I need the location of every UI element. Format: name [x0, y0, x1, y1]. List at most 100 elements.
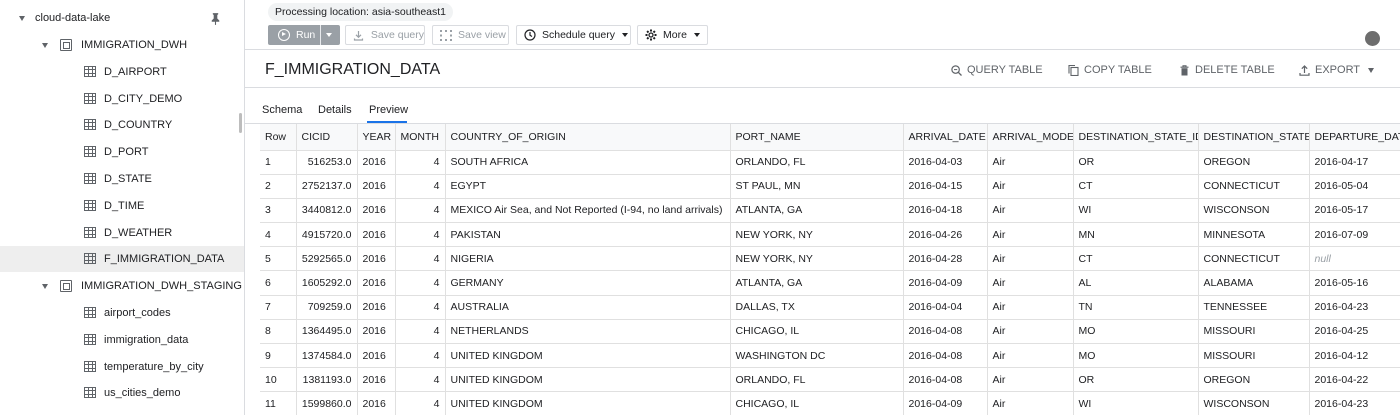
- table-tree-item[interactable]: D_CITY_DEMO: [0, 86, 244, 112]
- table-name: immigration_data: [104, 333, 189, 346]
- query-table-button[interactable]: QUERY TABLE: [951, 63, 1043, 77]
- export-button[interactable]: EXPORT: [1299, 63, 1375, 77]
- table-cell: 2016-04-18: [903, 198, 988, 224]
- expand-caret-icon[interactable]: [42, 284, 48, 290]
- table-tree-item[interactable]: us_cities_demo: [0, 380, 244, 406]
- table-cell: 516253.0: [296, 150, 358, 175]
- table-cell: 2016-04-09: [903, 270, 988, 296]
- schedule-query-button[interactable]: Schedule query: [516, 25, 631, 45]
- table-cell: 2016: [357, 246, 396, 272]
- save-download-icon: [353, 29, 365, 41]
- table-tree-item[interactable]: immigration_data: [0, 327, 244, 353]
- column-header[interactable]: DESTINATION_STATE: [1198, 124, 1310, 151]
- save-view-label: Save view: [458, 29, 506, 41]
- table-cell: ALABAMA: [1198, 270, 1310, 296]
- table-name: F_IMMIGRATION_DATA: [104, 253, 225, 266]
- table-cell: 2016-05-16: [1309, 270, 1400, 296]
- query-table-label: QUERY TABLE: [967, 64, 1043, 76]
- table-row: 1 516253.0 2016 4 SOUTH AFRICA ORLANDO, FL 201…: [260, 150, 1400, 175]
- table-cell: 1605292.0: [296, 270, 358, 296]
- table-cell: 2016-05-04: [1309, 174, 1400, 199]
- table-cell: 4: [395, 150, 446, 175]
- table-cell: 4: [395, 391, 446, 415]
- table-cell: 1374584.0: [296, 343, 358, 369]
- column-header[interactable]: PORT_NAME: [730, 124, 904, 151]
- table-cell: 1364495.0: [296, 319, 358, 345]
- table-cell: 4915720.0: [296, 222, 358, 248]
- save-view-button[interactable]: Save view: [432, 25, 509, 45]
- copy-table-button[interactable]: COPY TABLE: [1068, 63, 1152, 77]
- table-cell: UNITED KINGDOM: [445, 367, 731, 393]
- column-header[interactable]: CICID: [296, 124, 358, 151]
- table-cell: MO: [1073, 319, 1199, 345]
- table-cell: 1: [260, 150, 297, 175]
- column-header[interactable]: MONTH: [395, 124, 446, 151]
- table-tree-item[interactable]: D_AIRPORT: [0, 59, 244, 85]
- table-tree-item[interactable]: D_COUNTRY: [0, 112, 244, 138]
- table-icon: [84, 333, 96, 345]
- table-cell: UNITED KINGDOM: [445, 343, 731, 369]
- table-cell: 2016-04-03: [903, 150, 988, 175]
- table-row: 6 1605292.0 2016 4 GERMANY ATLANTA, GA 2016-04…: [260, 270, 1400, 296]
- avatar[interactable]: [1365, 31, 1380, 46]
- project-row[interactable]: cloud-data-lake: [0, 5, 244, 31]
- tab-schema[interactable]: Schema: [262, 104, 302, 116]
- table-cell: CT: [1073, 174, 1199, 199]
- explorer-sidebar: cloud-data-lake IMMIGRATION_DWH D_AIRPORT…: [0, 0, 245, 415]
- pin-icon[interactable]: [211, 13, 220, 25]
- table-cell: 2016-04-08: [903, 367, 988, 393]
- table-cell: AL: [1073, 270, 1199, 296]
- tab-details[interactable]: Details: [318, 104, 352, 116]
- table-name: D_AIRPORT: [104, 65, 167, 78]
- column-header[interactable]: Row: [260, 124, 297, 151]
- table-cell: 2752137.0: [296, 174, 358, 199]
- column-header[interactable]: DEPARTURE_DATE: [1309, 124, 1400, 151]
- table-cell: 2016-04-12: [1309, 343, 1400, 369]
- table-tree-item[interactable]: temperature_by_city: [0, 354, 244, 380]
- run-button[interactable]: Run: [268, 25, 340, 45]
- dataset-row[interactable]: IMMIGRATION_DWH: [0, 32, 244, 58]
- table-cell: 7: [260, 295, 297, 320]
- column-header[interactable]: ARRIVAL_DATE: [903, 124, 988, 151]
- table-tree-item[interactable]: D_STATE: [0, 166, 244, 192]
- table-cell: 5: [260, 246, 297, 272]
- expand-caret-icon[interactable]: [42, 43, 48, 48]
- table-cell: 2016-07-09: [1309, 222, 1400, 248]
- table-icon: [84, 146, 96, 158]
- save-query-button[interactable]: Save query: [345, 25, 425, 45]
- expand-caret-icon[interactable]: [19, 16, 25, 21]
- run-options-caret-icon[interactable]: [326, 33, 332, 37]
- table-row: 5 5292565.0 2016 4 NIGERIA NEW YORK, NY 2016-0…: [260, 246, 1400, 272]
- table-cell: 4: [395, 246, 446, 272]
- table-tree-item[interactable]: airport_codes: [0, 300, 244, 326]
- table-icon: [84, 253, 96, 265]
- tab-preview[interactable]: Preview: [369, 104, 408, 116]
- table-row: 7 709259.0 2016 4 AUSTRALIA DALLAS, TX 2016-04…: [260, 295, 1400, 320]
- dataset-icon: [60, 280, 72, 293]
- table-cell: OR: [1073, 367, 1199, 393]
- table-cell: 11: [260, 391, 297, 415]
- schedule-query-label: Schedule query: [542, 29, 615, 41]
- delete-table-button[interactable]: DELETE TABLE: [1179, 63, 1275, 77]
- column-header[interactable]: DESTINATION_STATE_ID: [1073, 124, 1199, 151]
- column-header[interactable]: YEAR: [357, 124, 396, 151]
- column-header[interactable]: COUNTRY_OF_ORIGIN: [445, 124, 731, 151]
- export-label: EXPORT: [1315, 64, 1361, 76]
- table-cell: CONNECTICUT: [1198, 174, 1310, 199]
- table-cell: ORLANDO, FL: [730, 150, 904, 175]
- dataset-row[interactable]: IMMIGRATION_DWH_STAGING: [0, 273, 244, 299]
- table-cell: 2016: [357, 270, 396, 296]
- table-tree-item[interactable]: D_WEATHER: [0, 220, 244, 246]
- more-button[interactable]: More: [637, 25, 708, 45]
- table-tree-item[interactable]: F_IMMIGRATION_DATA: [0, 246, 244, 273]
- table-tree-item[interactable]: D_PORT: [0, 139, 244, 165]
- column-header[interactable]: ARRIVAL_MODE: [987, 124, 1074, 151]
- table-cell: EGYPT: [445, 174, 731, 199]
- table-cell: ORLANDO, FL: [730, 367, 904, 393]
- table-cell: Air: [987, 222, 1074, 248]
- gear-icon: [645, 29, 657, 41]
- table-name: D_STATE: [104, 173, 152, 185]
- table-row: 10 1381193.0 2016 4 UNITED KINGDOM ORLANDO, F…: [260, 367, 1400, 393]
- table-tree-item[interactable]: D_TIME: [0, 193, 244, 219]
- project-name: cloud-data-lake: [35, 12, 111, 24]
